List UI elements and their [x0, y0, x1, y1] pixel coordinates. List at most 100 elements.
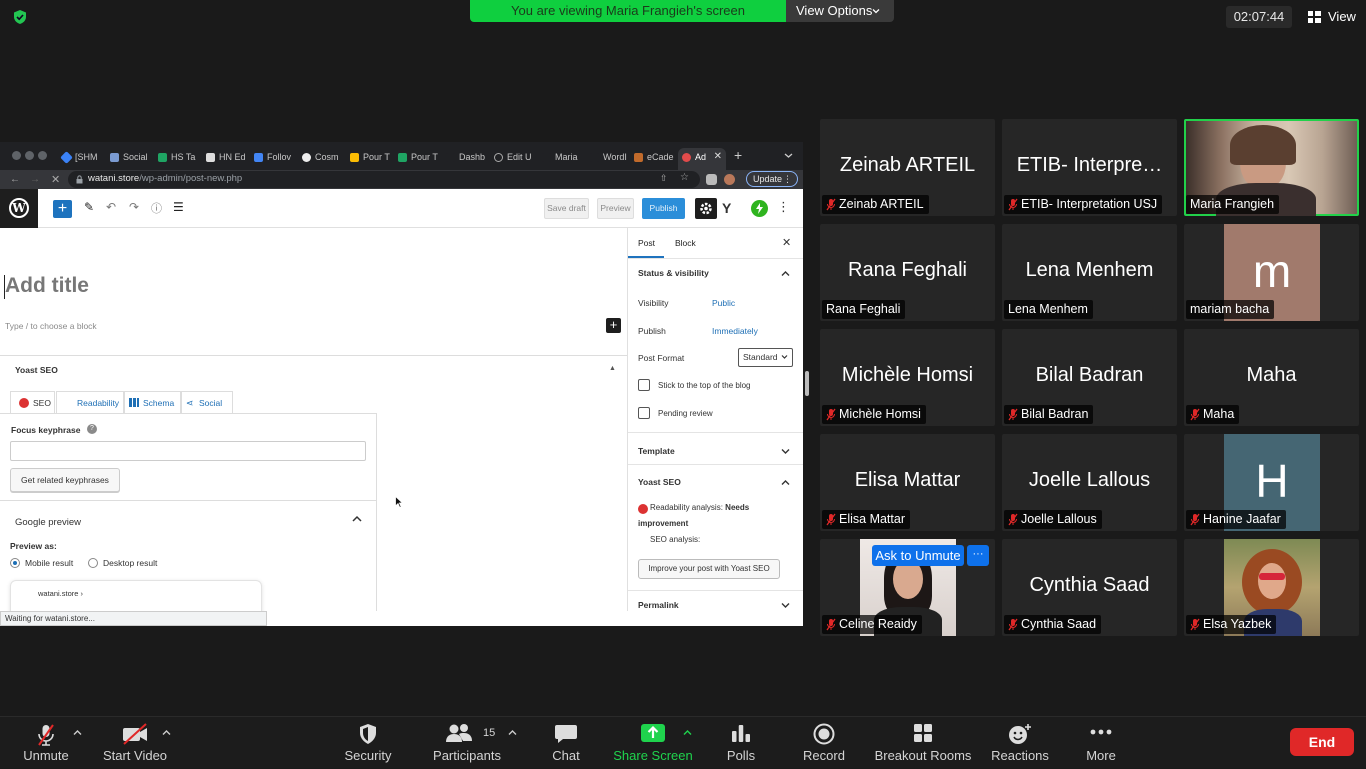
browser-tab[interactable]: HN Ed	[202, 148, 250, 170]
tab-close-icon[interactable]: ✕	[714, 148, 722, 166]
template-header[interactable]: Template	[638, 446, 675, 456]
chat-button[interactable]: Chat	[540, 717, 592, 769]
browser-tab[interactable]: Social	[106, 148, 154, 170]
publish-date-link[interactable]: Immediately	[712, 326, 758, 336]
preview-button[interactable]: Preview	[597, 198, 634, 219]
chevron-down-icon[interactable]	[781, 602, 790, 609]
focus-keyphrase-input[interactable]	[10, 441, 366, 461]
post-format-select[interactable]: Standard	[738, 348, 793, 367]
end-meeting-button[interactable]: End	[1290, 728, 1354, 756]
participant-tile[interactable]: Cynthia Saad Cynthia Saad	[1002, 539, 1177, 636]
browser-tab[interactable]: Follov	[250, 148, 298, 170]
start-video-button[interactable]: Start Video	[100, 717, 170, 769]
yoast-y-icon[interactable]: Y	[722, 200, 731, 216]
chevron-up-icon[interactable]	[781, 479, 790, 486]
desktop-result-label[interactable]: Desktop result	[103, 558, 157, 568]
participant-tile[interactable]: Rana Feghali Rana Feghali	[820, 224, 995, 321]
settings-gear-icon[interactable]	[695, 198, 717, 219]
more-button[interactable]: More	[1076, 717, 1126, 769]
ask-to-unmute-button[interactable]: Ask to Unmute	[872, 545, 964, 566]
record-button[interactable]: Record	[796, 717, 852, 769]
new-tab-plus-icon[interactable]: +	[734, 147, 748, 163]
sticky-checkbox[interactable]	[638, 379, 650, 391]
participant-tile[interactable]: Bilal Badran Bilal Badran	[1002, 329, 1177, 426]
participant-tile[interactable]: Maha Maha	[1184, 329, 1359, 426]
participants-button[interactable]: 15 Participants	[428, 717, 506, 769]
browser-tab[interactable]: Dashb	[442, 148, 490, 170]
mobile-result-radio[interactable]	[10, 558, 20, 568]
browser-update-button[interactable]: Update ⋮	[746, 171, 798, 187]
browser-tab[interactable]: WordI	[586, 148, 634, 170]
participant-tile[interactable]: Michèle Homsi Michèle Homsi	[820, 329, 995, 426]
yoast-tab-seo[interactable]: SEO	[10, 391, 55, 413]
participant-tile[interactable]: H Hanine Jaafar	[1184, 434, 1359, 531]
edit-pencil-icon[interactable]: ✎	[84, 200, 94, 214]
unmute-button[interactable]: Unmute	[18, 717, 74, 769]
get-related-keyphrases-button[interactable]: Get related keyphrases	[10, 468, 120, 492]
chevron-up-icon[interactable]	[781, 270, 790, 277]
google-preview-title[interactable]: Google preview	[15, 517, 81, 528]
wordpress-logo-icon[interactable]: W	[0, 189, 38, 228]
help-question-icon[interactable]: ?	[87, 424, 97, 434]
redo-icon[interactable]: ↷	[129, 200, 139, 214]
participants-options-chevron-icon[interactable]	[508, 729, 517, 736]
browser-tab[interactable]: Pour T	[346, 148, 394, 170]
forward-arrow-icon[interactable]: →	[30, 174, 40, 185]
serp-preview-card[interactable]: watani.store ›	[10, 580, 262, 611]
undo-icon[interactable]: ↶	[106, 200, 116, 214]
participant-tile[interactable]: ETIB- Interpre… ETIB- Interpretation USJ	[1002, 119, 1177, 216]
browser-tab[interactable]: Maria	[538, 148, 586, 170]
visibility-value-link[interactable]: Public	[712, 298, 735, 308]
breakout-rooms-button[interactable]: Breakout Rooms	[872, 717, 974, 769]
chevron-down-icon[interactable]	[781, 448, 790, 455]
browser-tab[interactable]: Cosm	[298, 148, 346, 170]
security-button[interactable]: Security	[338, 717, 398, 769]
info-icon[interactable]: ⓘ	[151, 200, 162, 216]
permalink-header[interactable]: Permalink	[638, 600, 679, 610]
participant-tile[interactable]: Lena Menhem Lena Menhem	[1002, 224, 1177, 321]
view-options-button[interactable]: View Options	[786, 0, 894, 22]
yoast-tab-social[interactable]: ⋖ Social	[181, 391, 233, 413]
improve-with-yoast-button[interactable]: Improve your post with Yoast SEO	[638, 559, 780, 579]
yoast-metabox-title[interactable]: Yoast SEO	[15, 365, 58, 375]
extensions-puzzle-icon[interactable]	[706, 174, 717, 185]
post-title-input[interactable]: Add title	[5, 274, 89, 298]
jetpack-bolt-icon[interactable]	[751, 200, 768, 217]
yoast-tab-schema[interactable]: Schema	[124, 391, 181, 413]
stop-loading-icon[interactable]: ✕	[51, 173, 60, 186]
participant-tile[interactable]: Zeinab ARTEIL Zeinab ARTEIL	[820, 119, 995, 216]
browser-tab[interactable]: HS Ta	[154, 148, 202, 170]
gallery-resize-handle[interactable]	[805, 371, 809, 396]
browser-tab[interactable]: Pour T	[394, 148, 442, 170]
pending-review-checkbox[interactable]	[638, 407, 650, 419]
options-kebab-icon[interactable]: ⋮	[777, 199, 790, 215]
back-arrow-icon[interactable]: ←	[10, 174, 20, 185]
block-inserter-plus-icon[interactable]: +	[53, 200, 72, 218]
share-screen-button[interactable]: Share Screen	[612, 717, 694, 769]
mobile-result-label[interactable]: Mobile result	[25, 558, 73, 568]
browser-tab[interactable]: eCade	[630, 148, 678, 170]
participant-tile[interactable]: Elisa Mattar Elisa Mattar	[820, 434, 995, 531]
profile-avatar-icon[interactable]	[724, 174, 735, 185]
security-shield-icon[interactable]	[12, 9, 28, 25]
browser-tab-active[interactable]: Ad ✕	[678, 148, 726, 170]
participant-more-options-button[interactable]: ···	[967, 545, 989, 566]
participant-tile[interactable]: Joelle Lallous Joelle Lallous	[1002, 434, 1177, 531]
share-icon[interactable]: ⇧	[660, 173, 668, 184]
view-button[interactable]: View	[1302, 6, 1360, 28]
sidebar-tab-block[interactable]: Block	[675, 238, 696, 248]
polls-button[interactable]: Polls	[716, 717, 766, 769]
add-block-plus-icon[interactable]: +	[606, 318, 621, 333]
close-icon[interactable]: ✕	[782, 236, 791, 249]
participant-tile[interactable]: m mariam bacha	[1184, 224, 1359, 321]
audio-options-chevron-icon[interactable]	[73, 729, 82, 736]
window-close-dot[interactable]	[12, 151, 21, 160]
collapse-caret-icon[interactable]: ▲	[609, 365, 616, 372]
yoast-tab-readability[interactable]: Readability	[56, 391, 124, 413]
sidebar-tab-post[interactable]: Post	[638, 238, 655, 248]
block-placeholder[interactable]: Type / to choose a block	[5, 321, 97, 331]
desktop-result-radio[interactable]	[88, 558, 98, 568]
status-visibility-header[interactable]: Status & visibility	[638, 268, 709, 278]
pending-review-label[interactable]: Pending review	[658, 409, 713, 418]
reactions-button[interactable]: Reactions	[988, 717, 1052, 769]
